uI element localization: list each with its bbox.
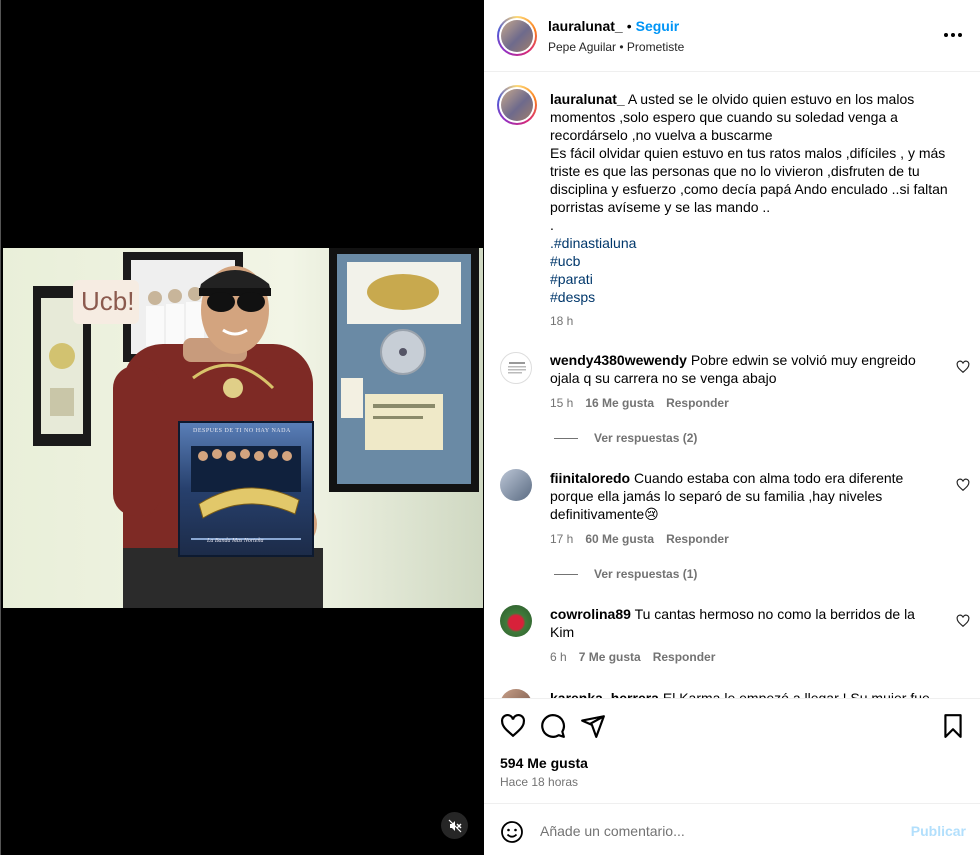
- comment-body: wendy4380wewendy Pobre edwin se volvió m…: [550, 351, 940, 387]
- comments-section[interactable]: lauralunat_ A usted se le olvido quien e…: [484, 73, 980, 698]
- follow-button[interactable]: Seguir: [636, 18, 680, 34]
- view-replies-button[interactable]: Ver respuestas (2): [554, 431, 697, 445]
- emoji-icon[interactable]: [500, 820, 524, 844]
- comment-likes[interactable]: 16 Me gusta: [585, 396, 654, 410]
- reply-button[interactable]: Responder: [666, 532, 729, 546]
- publish-button[interactable]: Publicar: [911, 823, 966, 839]
- view-replies-button[interactable]: Ver respuestas (1): [554, 567, 697, 581]
- post-audio-subtitle[interactable]: Pepe Aguilar • Prometiste: [548, 40, 684, 54]
- comment-username[interactable]: karenka_herrera: [550, 690, 659, 698]
- comment-time: 15 h: [550, 396, 574, 410]
- mute-icon: [448, 819, 461, 832]
- comment-icon[interactable]: [540, 713, 566, 739]
- caption-text-2: Es fácil olvidar quien estuvo en tus rat…: [550, 145, 948, 215]
- comment-likes[interactable]: 7 Me gusta: [579, 650, 641, 664]
- caption-text-3: .: [550, 217, 554, 233]
- action-bar: [500, 713, 966, 741]
- author-username[interactable]: lauralunat_: [548, 18, 623, 34]
- comment-heart-icon[interactable]: [956, 614, 970, 628]
- caption-time: 18 h: [550, 314, 574, 328]
- reply-button[interactable]: Responder: [653, 650, 716, 664]
- post-header: lauralunat_ • Seguir Pepe Aguilar • Prom…: [484, 0, 980, 72]
- post-side-panel: lauralunat_ • Seguir Pepe Aguilar • Prom…: [484, 0, 980, 855]
- view-replies-label: Ver respuestas (2): [594, 431, 698, 445]
- comment-username[interactable]: wendy4380wewendy: [550, 352, 687, 368]
- hashtag-link[interactable]: #parati: [550, 270, 960, 288]
- comment-item: fiinitaloredo Cuando estaba con alma tod…: [484, 469, 980, 599]
- likes-count[interactable]: 594 Me gusta: [500, 755, 588, 771]
- comment-time: 6 h: [550, 650, 567, 664]
- comment-text: El Karma le empezó a llegar ! Su mujer f…: [662, 690, 930, 698]
- post-photo[interactable]: Ucb! Despues de ti no hay nada La Banda …: [3, 248, 483, 608]
- comment-body: fiinitaloredo Cuando estaba con alma tod…: [550, 469, 940, 523]
- comment-item: cowrolina89 Tu cantas hermoso no como la…: [484, 605, 980, 675]
- reply-button[interactable]: Responder: [666, 396, 729, 410]
- caption-avatar[interactable]: [497, 85, 537, 125]
- comment-actions: 17 h 60 Me gusta Responder: [550, 532, 729, 546]
- heart-icon[interactable]: [500, 713, 526, 739]
- share-icon[interactable]: [580, 713, 606, 739]
- view-replies-label: Ver respuestas (1): [594, 567, 698, 581]
- more-options-button[interactable]: [942, 24, 964, 46]
- comment-time: 17 h: [550, 532, 574, 546]
- instagram-post-modal: Ucb! Despues de ti no hay nada La Banda …: [0, 0, 980, 855]
- hashtag-link[interactable]: #desps: [550, 288, 960, 306]
- comment-avatar[interactable]: [500, 689, 532, 698]
- author-avatar[interactable]: [497, 16, 537, 56]
- post-time: Hace 18 horas: [500, 775, 579, 789]
- photo-sticker-text: Ucb!: [81, 286, 135, 316]
- separator-dot: •: [626, 18, 632, 34]
- comment-avatar[interactable]: [500, 605, 532, 637]
- comment-actions: 6 h 7 Me gusta Responder: [550, 650, 715, 664]
- comment-username[interactable]: cowrolina89: [550, 606, 631, 622]
- comment-likes[interactable]: 60 Me gusta: [585, 532, 654, 546]
- caption-username[interactable]: lauralunat_: [550, 91, 625, 107]
- album-tagline: Despues de ti no hay nada: [193, 428, 291, 434]
- comment-avatar[interactable]: [500, 352, 532, 384]
- post-caption: lauralunat_ A usted se le olvido quien e…: [550, 90, 960, 330]
- hashtag-link[interactable]: .#dinastialuna: [550, 234, 960, 252]
- comment-username[interactable]: fiinitaloredo: [550, 470, 630, 486]
- comment-body: karenka_herrera El Karma le empezó a lle…: [550, 689, 950, 698]
- more-options-icon: [944, 33, 948, 37]
- comment-avatar[interactable]: [500, 469, 532, 501]
- post-media: Ucb! Despues de ti no hay nada La Banda …: [0, 0, 484, 855]
- comment-actions: 15 h 16 Me gusta Responder: [550, 396, 729, 410]
- bookmark-icon[interactable]: [940, 713, 966, 739]
- post-footer: 594 Me gusta Hace 18 horas Publicar: [484, 698, 980, 855]
- comment-heart-icon[interactable]: [956, 360, 970, 374]
- comment-input[interactable]: [540, 818, 900, 844]
- hashtag-link[interactable]: #ucb: [550, 252, 960, 270]
- comment-heart-icon[interactable]: [956, 478, 970, 492]
- comment-body: cowrolina89 Tu cantas hermoso no como la…: [550, 605, 940, 641]
- comment-item: karenka_herrera El Karma le empezó a lle…: [484, 687, 980, 698]
- album-footer: La Banda Mas Norteña: [207, 538, 264, 544]
- mute-button[interactable]: [441, 812, 468, 839]
- add-comment-row: Publicar: [484, 803, 980, 855]
